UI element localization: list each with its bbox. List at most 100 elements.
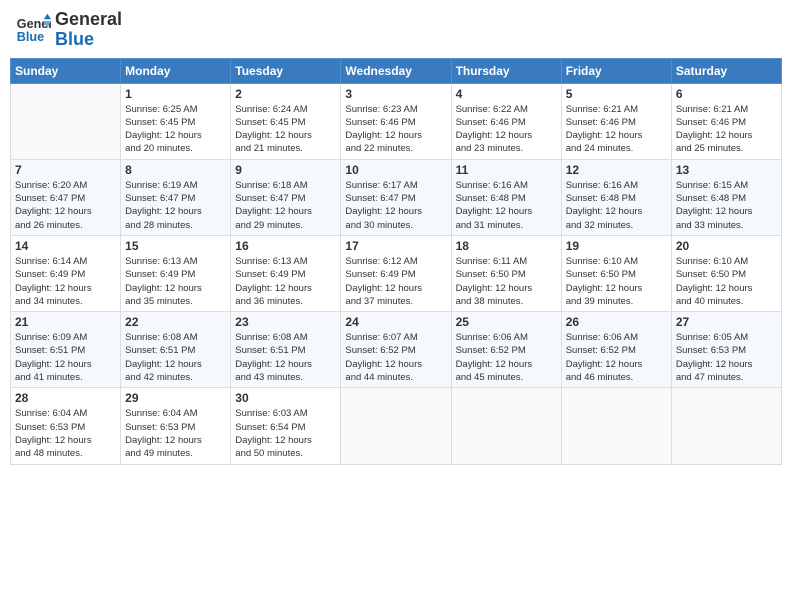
day-number: 5 xyxy=(566,87,667,101)
calendar-day-header: Thursday xyxy=(451,58,561,83)
calendar-day-cell: 1Sunrise: 6:25 AM Sunset: 6:45 PM Daylig… xyxy=(121,83,231,159)
calendar-day-cell: 29Sunrise: 6:04 AM Sunset: 6:53 PM Dayli… xyxy=(121,388,231,464)
calendar-day-cell: 2 Sunrise: 6:24 AM Sunset: 6:45 PM Daylig… xyxy=(231,83,341,159)
logo-icon: General Blue xyxy=(15,12,51,48)
day-number: 26 xyxy=(566,315,667,329)
calendar-day-header: Sunday xyxy=(11,58,121,83)
calendar-table: SundayMondayTuesdayWednesdayThursdayFrid… xyxy=(10,58,782,465)
day-info: Sunrise: 6:18 AM Sunset: 6:47 PM Dayligh… xyxy=(235,179,336,232)
calendar-day-cell: 13 Sunrise: 6:15 AM Sunset: 6:48 PM Dayli… xyxy=(671,159,781,235)
day-info: Sunrise: 6:24 AM Sunset: 6:45 PM Dayligh… xyxy=(235,103,336,156)
day-number: 3 xyxy=(345,87,446,101)
calendar-day-cell: 9 Sunrise: 6:18 AM Sunset: 6:47 PM Daylig… xyxy=(231,159,341,235)
day-info: Sunrise: 6:19 AM Sunset: 6:47 PM Dayligh… xyxy=(125,179,226,232)
calendar-day-cell: 28 Sunrise: 6:04 AM Sunset: 6:53 PM Dayli… xyxy=(11,388,121,464)
calendar-day-cell xyxy=(561,388,671,464)
calendar-day-cell xyxy=(671,388,781,464)
day-number: 16 xyxy=(235,239,336,253)
calendar-day-cell: 23 Sunrise: 6:08 AM Sunset: 6:51 PM Dayli… xyxy=(231,312,341,388)
calendar-day-cell: 22Sunrise: 6:08 AM Sunset: 6:51 PM Dayli… xyxy=(121,312,231,388)
day-number: 9 xyxy=(235,163,336,177)
day-number: 28 xyxy=(15,391,116,405)
day-number: 10 xyxy=(345,163,446,177)
logo: General Blue General Blue xyxy=(15,10,122,50)
calendar-day-cell: 26 Sunrise: 6:06 AM Sunset: 6:52 PM Dayli… xyxy=(561,312,671,388)
calendar-day-cell: 16 Sunrise: 6:13 AM Sunset: 6:49 PM Dayli… xyxy=(231,235,341,311)
day-number: 27 xyxy=(676,315,777,329)
calendar-day-cell: 6 Sunrise: 6:21 AM Sunset: 6:46 PM Daylig… xyxy=(671,83,781,159)
day-info: Sunrise: 6:12 AM Sunset: 6:49 PM Dayligh… xyxy=(345,255,446,308)
calendar-day-cell: 15 Sunrise: 6:13 AM Sunset: 6:49 PM Dayli… xyxy=(121,235,231,311)
calendar-week-row: 1Sunrise: 6:25 AM Sunset: 6:45 PM Daylig… xyxy=(11,83,782,159)
day-info: Sunrise: 6:21 AM Sunset: 6:46 PM Dayligh… xyxy=(566,103,667,156)
calendar-day-header: Friday xyxy=(561,58,671,83)
day-number: 14 xyxy=(15,239,116,253)
day-info: Sunrise: 6:06 AM Sunset: 6:52 PM Dayligh… xyxy=(456,331,557,384)
calendar-day-cell: 5 Sunrise: 6:21 AM Sunset: 6:46 PM Daylig… xyxy=(561,83,671,159)
day-info: Sunrise: 6:20 AM Sunset: 6:47 PM Dayligh… xyxy=(15,179,116,232)
calendar-day-cell: 19 Sunrise: 6:10 AM Sunset: 6:50 PM Dayli… xyxy=(561,235,671,311)
calendar-week-row: 14 Sunrise: 6:14 AM Sunset: 6:49 PM Dayli… xyxy=(11,235,782,311)
day-info: Sunrise: 6:11 AM Sunset: 6:50 PM Dayligh… xyxy=(456,255,557,308)
day-info: Sunrise: 6:15 AM Sunset: 6:48 PM Dayligh… xyxy=(676,179,777,232)
calendar-day-cell: 17 Sunrise: 6:12 AM Sunset: 6:49 PM Dayli… xyxy=(341,235,451,311)
day-info: Sunrise: 6:16 AM Sunset: 6:48 PM Dayligh… xyxy=(456,179,557,232)
day-info: Sunrise: 6:04 AM Sunset: 6:53 PM Dayligh… xyxy=(15,407,116,460)
day-info: Sunrise: 6:08 AM Sunset: 6:51 PM Dayligh… xyxy=(235,331,336,384)
day-info: Sunrise: 6:07 AM Sunset: 6:52 PM Dayligh… xyxy=(345,331,446,384)
day-info: Sunrise: 6:03 AM Sunset: 6:54 PM Dayligh… xyxy=(235,407,336,460)
day-info: Sunrise: 6:10 AM Sunset: 6:50 PM Dayligh… xyxy=(566,255,667,308)
calendar-day-header: Tuesday xyxy=(231,58,341,83)
calendar-day-cell: 20Sunrise: 6:10 AM Sunset: 6:50 PM Dayli… xyxy=(671,235,781,311)
day-info: Sunrise: 6:04 AM Sunset: 6:53 PM Dayligh… xyxy=(125,407,226,460)
day-number: 30 xyxy=(235,391,336,405)
day-number: 23 xyxy=(235,315,336,329)
calendar-day-cell: 27Sunrise: 6:05 AM Sunset: 6:53 PM Dayli… xyxy=(671,312,781,388)
calendar-day-cell: 18 Sunrise: 6:11 AM Sunset: 6:50 PM Dayli… xyxy=(451,235,561,311)
calendar-day-cell: 7 Sunrise: 6:20 AM Sunset: 6:47 PM Daylig… xyxy=(11,159,121,235)
calendar-day-cell: 8 Sunrise: 6:19 AM Sunset: 6:47 PM Daylig… xyxy=(121,159,231,235)
calendar-day-header: Wednesday xyxy=(341,58,451,83)
logo-blue-text: Blue xyxy=(55,30,122,50)
calendar-day-cell: 21 Sunrise: 6:09 AM Sunset: 6:51 PM Dayli… xyxy=(11,312,121,388)
day-number: 7 xyxy=(15,163,116,177)
day-info: Sunrise: 6:14 AM Sunset: 6:49 PM Dayligh… xyxy=(15,255,116,308)
day-info: Sunrise: 6:21 AM Sunset: 6:46 PM Dayligh… xyxy=(676,103,777,156)
day-number: 15 xyxy=(125,239,226,253)
day-info: Sunrise: 6:23 AM Sunset: 6:46 PM Dayligh… xyxy=(345,103,446,156)
day-number: 6 xyxy=(676,87,777,101)
day-info: Sunrise: 6:13 AM Sunset: 6:49 PM Dayligh… xyxy=(235,255,336,308)
day-info: Sunrise: 6:06 AM Sunset: 6:52 PM Dayligh… xyxy=(566,331,667,384)
day-number: 13 xyxy=(676,163,777,177)
day-info: Sunrise: 6:22 AM Sunset: 6:46 PM Dayligh… xyxy=(456,103,557,156)
calendar-day-cell: 12 Sunrise: 6:16 AM Sunset: 6:48 PM Dayli… xyxy=(561,159,671,235)
day-number: 4 xyxy=(456,87,557,101)
calendar-day-header: Saturday xyxy=(671,58,781,83)
calendar-week-row: 28 Sunrise: 6:04 AM Sunset: 6:53 PM Dayli… xyxy=(11,388,782,464)
calendar-day-cell: 25 Sunrise: 6:06 AM Sunset: 6:52 PM Dayli… xyxy=(451,312,561,388)
calendar-week-row: 21 Sunrise: 6:09 AM Sunset: 6:51 PM Dayli… xyxy=(11,312,782,388)
day-number: 17 xyxy=(345,239,446,253)
day-number: 8 xyxy=(125,163,226,177)
day-number: 12 xyxy=(566,163,667,177)
calendar-day-cell: 14 Sunrise: 6:14 AM Sunset: 6:49 PM Dayli… xyxy=(11,235,121,311)
logo-general-text: General xyxy=(55,10,122,30)
calendar-day-cell: 24 Sunrise: 6:07 AM Sunset: 6:52 PM Dayli… xyxy=(341,312,451,388)
calendar-header-row: SundayMondayTuesdayWednesdayThursdayFrid… xyxy=(11,58,782,83)
calendar-day-cell: 3 Sunrise: 6:23 AM Sunset: 6:46 PM Daylig… xyxy=(341,83,451,159)
day-number: 2 xyxy=(235,87,336,101)
page-header: General Blue General Blue xyxy=(10,10,782,50)
day-info: Sunrise: 6:16 AM Sunset: 6:48 PM Dayligh… xyxy=(566,179,667,232)
day-number: 25 xyxy=(456,315,557,329)
day-number: 21 xyxy=(15,315,116,329)
calendar-week-row: 7 Sunrise: 6:20 AM Sunset: 6:47 PM Daylig… xyxy=(11,159,782,235)
day-info: Sunrise: 6:09 AM Sunset: 6:51 PM Dayligh… xyxy=(15,331,116,384)
calendar-day-header: Monday xyxy=(121,58,231,83)
calendar-day-cell: 30 Sunrise: 6:03 AM Sunset: 6:54 PM Dayli… xyxy=(231,388,341,464)
day-number: 1 xyxy=(125,87,226,101)
day-info: Sunrise: 6:13 AM Sunset: 6:49 PM Dayligh… xyxy=(125,255,226,308)
calendar-day-cell xyxy=(341,388,451,464)
day-number: 18 xyxy=(456,239,557,253)
day-number: 24 xyxy=(345,315,446,329)
day-number: 19 xyxy=(566,239,667,253)
